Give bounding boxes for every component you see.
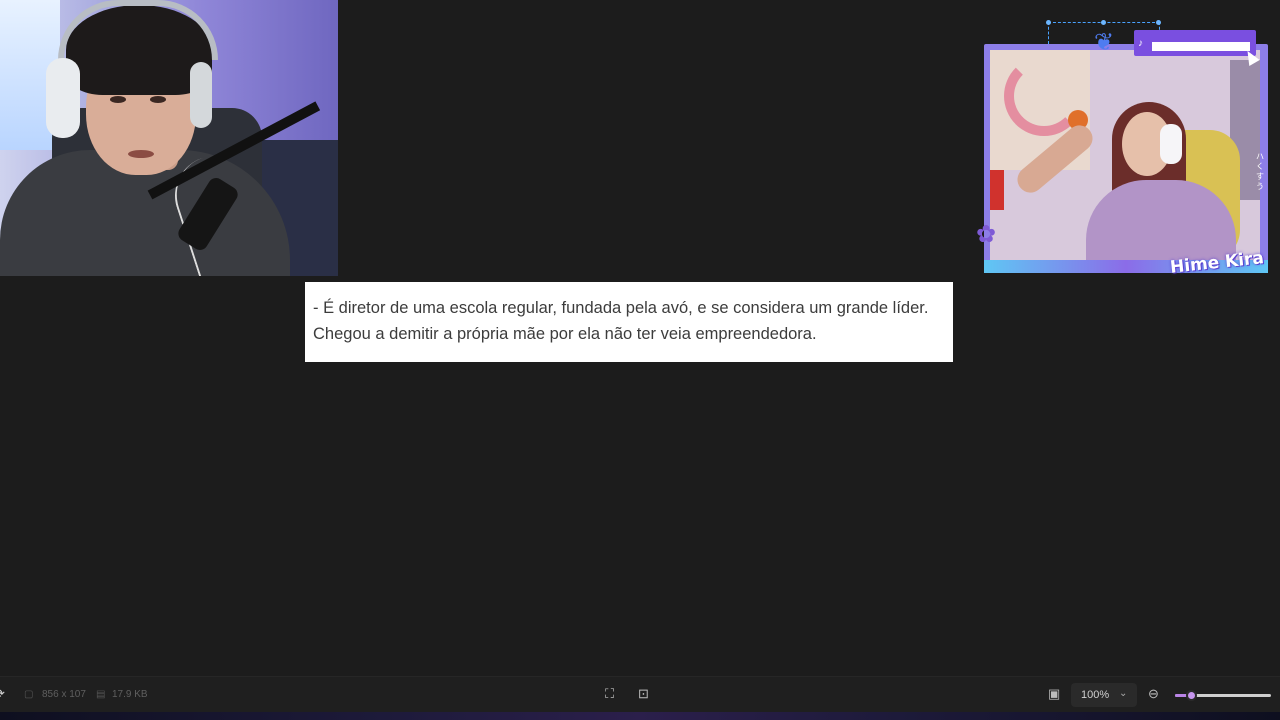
butterfly-icon: ❦ (1094, 29, 1115, 56)
flower-icon: ✿ (976, 221, 997, 248)
zoom-out-icon[interactable]: ⊖ (1148, 686, 1159, 702)
webcam-left (0, 0, 338, 276)
file-size: 17.9 KB (112, 689, 148, 700)
image-dimensions: 856 x 107 (42, 689, 86, 700)
text-line-2: Chegou a demitir a própria mãe por ela n… (313, 325, 817, 343)
tiktok-icon: ♪ (1138, 38, 1143, 49)
text-line-1: - É diretor de uma escola regular, funda… (313, 299, 929, 317)
editor-canvas: ✿ ハくすう Hime Kira ❦ ♪ - É diretor de uma … (0, 0, 1280, 720)
file-size-icon: ▤ (96, 689, 106, 700)
title-tag: ♪ (1134, 30, 1256, 56)
image-size-icon: ▢ (24, 689, 34, 700)
zoom-select[interactable]: 100% ⌄ (1071, 683, 1137, 707)
decorative-glyphs: ハくすう (1256, 152, 1264, 191)
status-bar: ⟳ ▢ 856 x 107 ▤ 17.9 KB ⛶ ⊡ ▣ 100% ⌄ ⊖ (0, 676, 1280, 712)
zoom-slider-thumb[interactable] (1186, 690, 1198, 701)
zoom-slider[interactable] (1175, 690, 1271, 701)
undo-icon[interactable]: ⟳ (0, 686, 5, 702)
actual-size-icon[interactable]: ⊡ (638, 686, 649, 702)
fit-screen-icon[interactable]: ⛶ (605, 686, 614, 702)
screen-icon[interactable]: ▣ (1048, 686, 1060, 702)
text-image[interactable]: - É diretor de uma escola regular, funda… (305, 282, 953, 362)
taskbar-strip (0, 712, 1280, 720)
webcam-right: ✿ ハくすう Hime Kira (976, 44, 1268, 278)
chevron-down-icon: ⌄ (1119, 688, 1128, 699)
zoom-value: 100% (1081, 689, 1110, 701)
